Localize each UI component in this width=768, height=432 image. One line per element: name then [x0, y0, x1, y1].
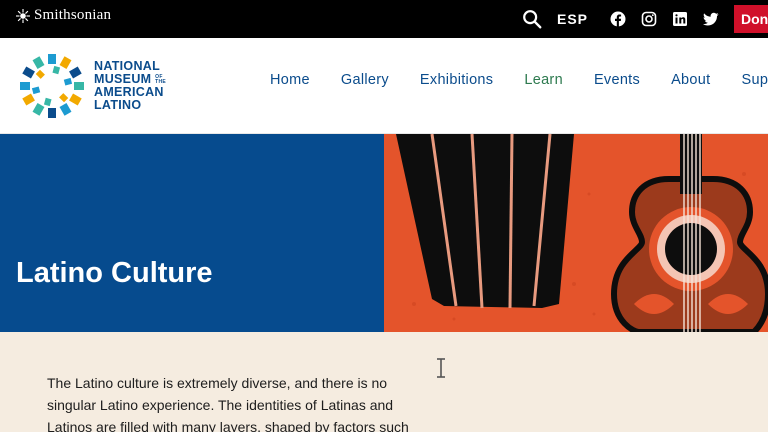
- museum-logo[interactable]: NATIONAL MUSEUM OF THE AMERICAN LATINO: [18, 52, 167, 120]
- main-content: The Latino culture is extremely diverse,…: [0, 332, 768, 432]
- logo-small-text: OF THE: [155, 73, 167, 85]
- logo-line: LATINO: [94, 98, 142, 112]
- logo-line: MUSEUM: [94, 72, 152, 86]
- language-toggle[interactable]: ESP: [557, 11, 588, 27]
- nav-events[interactable]: Events: [594, 72, 640, 88]
- search-icon[interactable]: [521, 8, 543, 30]
- nav-exhibitions[interactable]: Exhibitions: [420, 72, 493, 88]
- smithsonian-sun-icon: [16, 8, 30, 23]
- hero-banner: Latino Culture: [0, 134, 768, 332]
- twitter-icon[interactable]: [703, 11, 719, 27]
- facebook-icon[interactable]: [610, 11, 626, 27]
- hero-guitar-illustration: [384, 134, 768, 332]
- nav-gallery[interactable]: Gallery: [341, 72, 389, 88]
- top-bar: Smithsonian ESP Donate: [0, 0, 768, 38]
- guitar-artwork-icon: [384, 134, 768, 332]
- instagram-icon[interactable]: [641, 11, 657, 27]
- nav-support[interactable]: Sup: [741, 72, 768, 88]
- page-title: Latino Culture: [16, 257, 213, 289]
- donate-button[interactable]: Donate: [734, 5, 768, 33]
- museum-logo-mark-icon: [20, 54, 84, 118]
- linkedin-icon[interactable]: [672, 11, 688, 27]
- main-nav: Home Gallery Exhibitions Learn Events Ab…: [270, 72, 768, 88]
- nav-about[interactable]: About: [671, 72, 710, 88]
- intro-paragraph: The Latino culture is extremely diverse,…: [47, 375, 409, 432]
- nav-home[interactable]: Home: [270, 72, 310, 88]
- text-cursor-icon: [437, 358, 445, 378]
- site-header: NATIONAL MUSEUM OF THE AMERICAN LATINO H…: [0, 38, 768, 134]
- hero-title-panel: Latino Culture: [0, 134, 384, 332]
- nav-learn[interactable]: Learn: [524, 72, 563, 88]
- museum-wordmark: NATIONAL MUSEUM OF THE AMERICAN LATINO: [94, 60, 167, 112]
- smithsonian-wordmark: Smithsonian: [34, 7, 112, 23]
- smithsonian-logo[interactable]: Smithsonian: [16, 7, 111, 24]
